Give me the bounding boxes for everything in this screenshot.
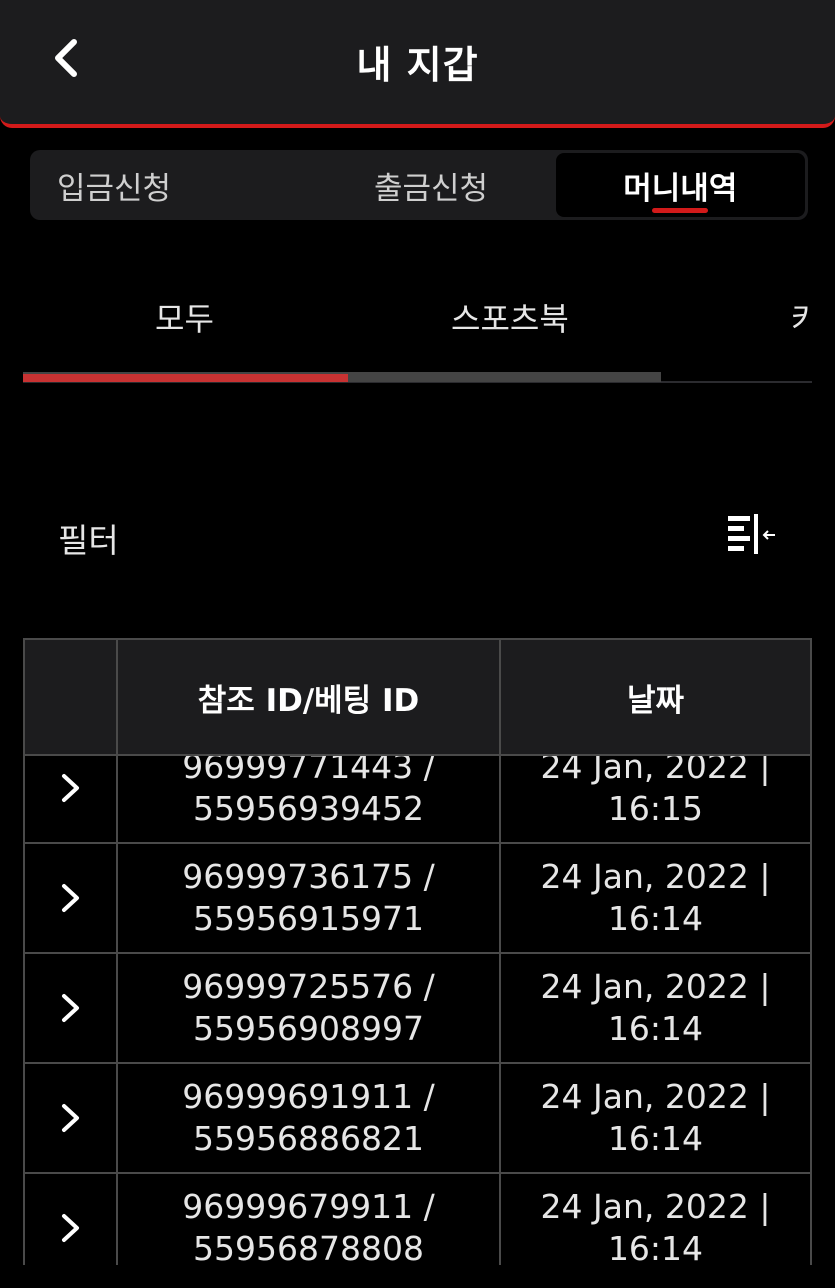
tab-deposit-request[interactable]: 입금신청 [33,153,306,217]
reference-bet-id-cell: 96999725576 /55956908997 [118,954,501,1062]
time: 16:14 [607,899,704,938]
table-row[interactable]: 96999736175 /55956915971 24 Jan, 2022 | 1… [25,844,810,954]
page-title: 내 지갑 [356,43,479,87]
chevron-right-icon [56,768,86,808]
date-cell: 24 Jan, 2022 | 16:14 [501,1064,810,1172]
bet-id: 55956886821 [193,1119,424,1158]
category-tabs: 모두 스포츠북 카 [23,280,812,384]
active-tab-indicator [23,374,348,382]
expand-row-button[interactable] [25,844,118,952]
reference-bet-id-cell: 96999736175 /55956915971 [118,844,501,952]
date: 24 Jan, 2022 | [540,857,771,896]
tab-money-history[interactable]: 머니내역 [555,153,805,217]
chevron-right-icon [56,878,86,918]
filter-sort-icon [728,514,775,554]
bet-id: 55956908997 [193,1009,424,1048]
reference-id: 96999679911 / [182,1187,435,1226]
time: 16:14 [607,1009,704,1048]
chevron-right-icon [56,1208,86,1248]
chevron-right-icon [56,988,86,1028]
chevron-right-icon [56,1098,86,1138]
money-history-table: 96999771443 /55956939452 24 Jan, 2022 | 1… [23,638,812,1265]
wallet-segmented-control: 입금신청 출금신청 머니내역 [30,150,808,220]
date: 24 Jan, 2022 | [540,1187,771,1226]
reference-id: 96999725576 / [182,967,435,1006]
bet-id: 55956878808 [193,1229,424,1265]
date: 24 Jan, 2022 | [540,1077,771,1116]
expand-row-button[interactable] [25,1064,118,1172]
reference-bet-id-cell: 96999691911 /55956886821 [118,1064,501,1172]
date-cell: 24 Jan, 2022 | 16:14 [501,844,810,952]
column-header-reference-id[interactable]: 참조 ID/베팅 ID [118,640,501,754]
table-row[interactable]: 96999679911 /55956878808 24 Jan, 2022 | 1… [25,1174,810,1265]
table-body[interactable]: 96999771443 /55956939452 24 Jan, 2022 | 1… [25,734,810,1265]
expand-row-button[interactable] [25,1174,118,1265]
tab-withdraw-request[interactable]: 출금신청 [306,153,555,217]
date-cell: 24 Jan, 2022 | 16:14 [501,954,810,1062]
reference-bet-id-cell: 96999679911 /55956878808 [118,1174,501,1265]
filter-button[interactable] [724,510,780,558]
reference-id: 96999691911 / [182,1077,435,1116]
filter-label: 필터 [58,521,119,560]
table-row[interactable]: 96999725576 /55956908997 24 Jan, 2022 | 1… [25,954,810,1064]
expand-row-button[interactable] [25,954,118,1062]
column-header-expand [25,640,118,754]
reference-id: 96999736175 / [182,857,435,896]
tab-all[interactable]: 모두 [155,294,214,340]
column-header-date[interactable]: 날짜 [501,640,810,754]
time: 16:14 [607,1229,704,1265]
top-app-bar: 내 지갑 [0,0,835,128]
table-row[interactable]: 96999691911 /55956886821 24 Jan, 2022 | 1… [25,1064,810,1174]
time: 16:15 [607,789,704,828]
date: 24 Jan, 2022 | [540,967,771,1006]
time: 16:14 [607,1119,704,1158]
tab-sportsbook[interactable]: 스포츠북 [451,294,569,340]
table-header: 참조 ID/베팅 ID 날짜 [25,638,810,756]
bet-id: 55956939452 [193,789,424,828]
bet-id: 55956915971 [193,899,424,938]
date-cell: 24 Jan, 2022 | 16:14 [501,1174,810,1265]
tab-casino[interactable]: 카 [791,294,812,340]
